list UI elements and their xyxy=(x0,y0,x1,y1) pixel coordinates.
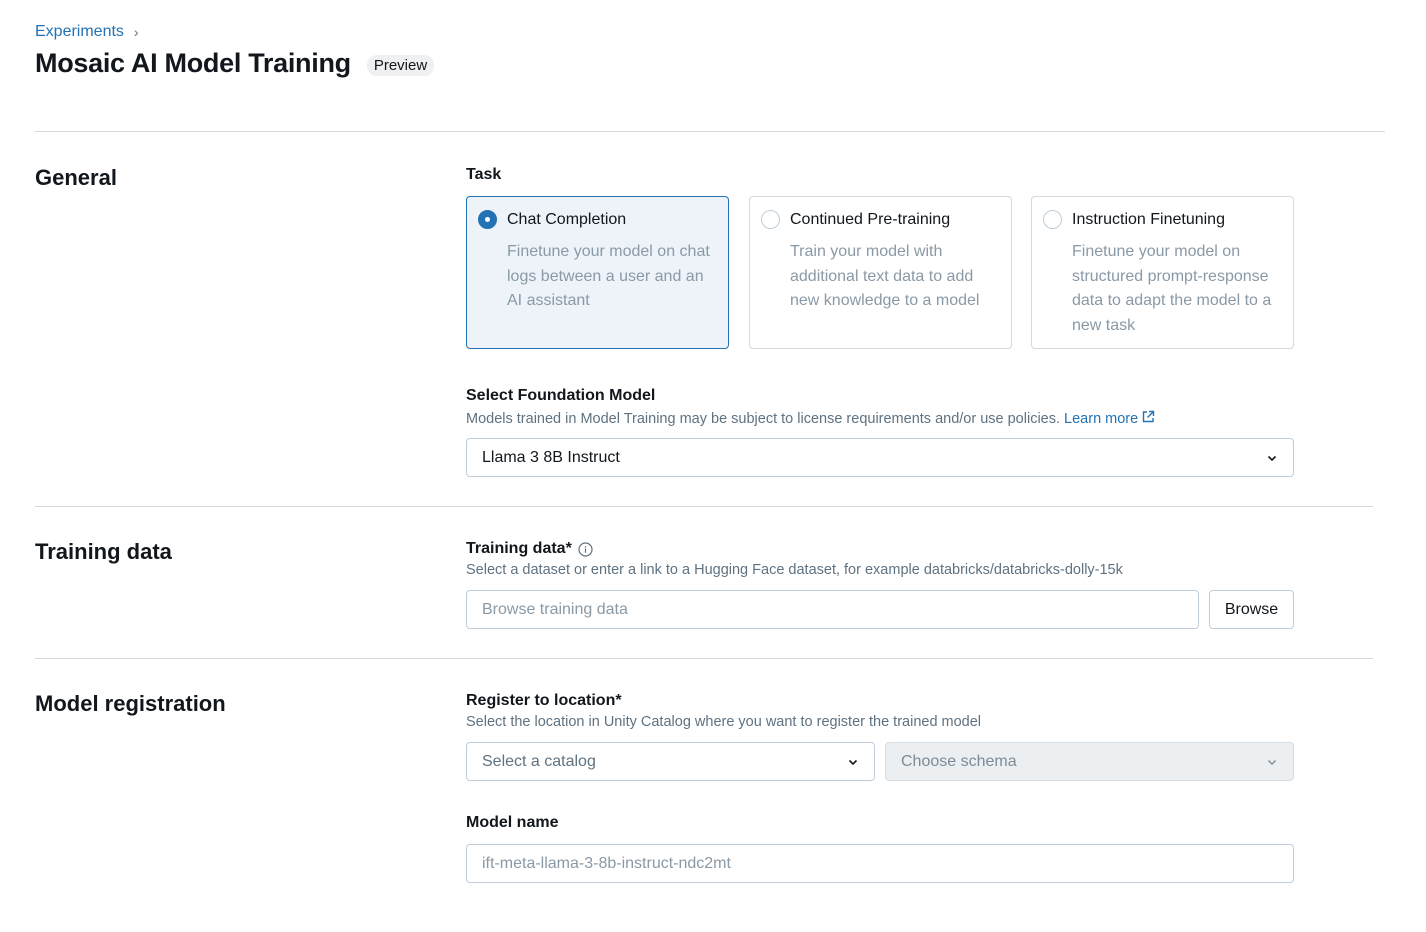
section-divider xyxy=(35,658,1373,659)
chevron-down-icon xyxy=(847,756,859,768)
breadcrumb: Experiments › xyxy=(35,23,139,41)
task-option-description: Finetune your model on chat logs between… xyxy=(507,243,710,309)
task-option-continued-pretraining[interactable]: Continued Pre-training Train your model … xyxy=(749,196,1012,349)
chevron-right-icon: › xyxy=(133,24,139,40)
catalog-select[interactable]: Select a catalog xyxy=(466,742,875,781)
task-option-chat-completion[interactable]: Chat Completion Finetune your model on c… xyxy=(466,196,729,349)
schema-placeholder: Choose schema xyxy=(901,752,1017,770)
task-option-title: Instruction Finetuning xyxy=(1072,211,1225,228)
radio-unselected-icon[interactable] xyxy=(761,210,780,229)
register-location-help: Select the location in Unity Catalog whe… xyxy=(466,714,982,730)
task-option-instruction-finetuning[interactable]: Instruction Finetuning Finetune your mod… xyxy=(1031,196,1294,349)
training-data-label: Training data* xyxy=(466,540,593,558)
section-title-general: General xyxy=(35,165,117,190)
radio-selected-icon[interactable] xyxy=(478,210,497,229)
breadcrumb-link-experiments[interactable]: Experiments xyxy=(35,23,124,41)
section-title-training-data: Training data xyxy=(35,539,172,564)
external-link-icon xyxy=(1141,410,1155,424)
register-location-label-text: Register to location* xyxy=(466,692,622,709)
section-title-model-registration: Model registration xyxy=(35,691,226,716)
preview-badge: Preview xyxy=(366,55,435,76)
foundation-model-select[interactable]: Llama 3 8B Instruct xyxy=(466,438,1294,477)
task-label: Task xyxy=(466,166,501,184)
learn-more-text: Learn more xyxy=(1064,411,1139,427)
learn-more-link[interactable]: Learn more xyxy=(1064,410,1155,427)
training-data-label-text: Training data* xyxy=(466,540,572,557)
task-option-description: Finetune your model on structured prompt… xyxy=(1072,243,1272,334)
foundation-model-help-text: Models trained in Model Training may be … xyxy=(466,411,1061,427)
header-divider xyxy=(35,131,1385,132)
browse-button[interactable]: Browse xyxy=(1209,590,1294,629)
model-name-label: Model name xyxy=(466,814,558,832)
model-name-label-text: Model name xyxy=(466,814,559,831)
training-data-help: Select a dataset or enter a link to a Hu… xyxy=(466,562,1123,578)
chevron-down-icon xyxy=(1266,756,1278,768)
task-option-title: Continued Pre-training xyxy=(790,211,951,228)
info-icon[interactable] xyxy=(578,541,593,557)
foundation-model-help: Models trained in Model Training may be … xyxy=(466,410,1155,427)
foundation-model-value: Llama 3 8B Instruct xyxy=(482,448,620,466)
catalog-placeholder: Select a catalog xyxy=(482,752,596,770)
foundation-model-label-text: Select Foundation Model xyxy=(466,387,656,404)
section-divider xyxy=(35,506,1373,507)
page-title: Mosaic AI Model Training xyxy=(35,48,351,78)
radio-unselected-icon[interactable] xyxy=(1043,210,1062,229)
task-label-text: Task xyxy=(466,166,502,183)
task-option-description: Train your model with additional text da… xyxy=(790,243,980,309)
model-name-input[interactable] xyxy=(466,844,1294,883)
foundation-model-label: Select Foundation Model xyxy=(466,387,655,405)
training-data-input[interactable] xyxy=(466,590,1199,629)
task-option-title: Chat Completion xyxy=(507,211,627,228)
page-header: Mosaic AI Model Training Preview xyxy=(35,48,435,79)
chevron-down-icon xyxy=(1266,452,1278,464)
schema-select: Choose schema xyxy=(885,742,1294,781)
register-location-label: Register to location* xyxy=(466,692,622,710)
